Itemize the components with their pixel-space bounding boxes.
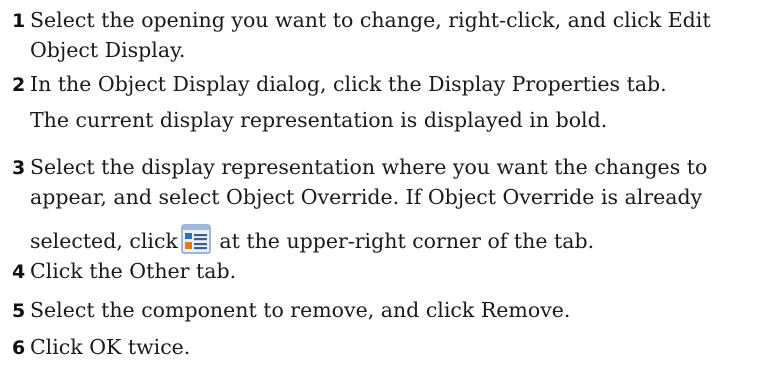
step-3: 3 Select the display representation wher… bbox=[12, 152, 707, 256]
step-text-line: In the Object Display dialog, click the … bbox=[30, 72, 667, 96]
step-text: Click OK twice. bbox=[30, 332, 190, 362]
step-text-line: Select the component to remove, and clic… bbox=[30, 298, 571, 322]
step-text: Click the Other tab. bbox=[30, 256, 236, 286]
step-number: 4 bbox=[12, 261, 26, 283]
step-number: 6 bbox=[12, 337, 26, 359]
step-text: Select the display representation where … bbox=[30, 152, 707, 256]
step-text-segment: selected, click bbox=[30, 229, 178, 253]
step-number: 5 bbox=[12, 300, 26, 322]
step-text: Select the component to remove, and clic… bbox=[30, 295, 570, 325]
step-text-line: Object Display. bbox=[30, 38, 186, 62]
step-text-line: Click OK twice. bbox=[30, 335, 191, 359]
step-text-line: Select the display representation where … bbox=[30, 155, 708, 179]
step-number: 3 bbox=[12, 157, 26, 179]
step-number: 1 bbox=[12, 10, 26, 32]
step-text-line: selected, click at the upper-right corne… bbox=[30, 224, 707, 256]
step-2: 2 In the Object Display dialog, click th… bbox=[12, 69, 667, 100]
step-note: The current display representation is di… bbox=[30, 108, 608, 132]
step-6: 6 Click OK twice. bbox=[12, 332, 190, 363]
step-text: In the Object Display dialog, click the … bbox=[30, 69, 667, 99]
step-4: 4 Click the Other tab. bbox=[12, 256, 236, 287]
step-5: 5 Select the component to remove, and cl… bbox=[12, 295, 570, 326]
step-text-line: Click the Other tab. bbox=[30, 259, 237, 283]
step-text: Select the opening you want to change, r… bbox=[30, 5, 711, 65]
step-text-line: Select the opening you want to change, r… bbox=[30, 8, 711, 32]
step-1: 1 Select the opening you want to change,… bbox=[12, 5, 711, 65]
step-number: 2 bbox=[12, 74, 26, 96]
step-text-line: appear, and select Object Override. If O… bbox=[30, 185, 703, 209]
step-text-segment: at the upper-right corner of the tab. bbox=[219, 229, 595, 253]
edit-display-properties-icon[interactable] bbox=[181, 224, 211, 254]
